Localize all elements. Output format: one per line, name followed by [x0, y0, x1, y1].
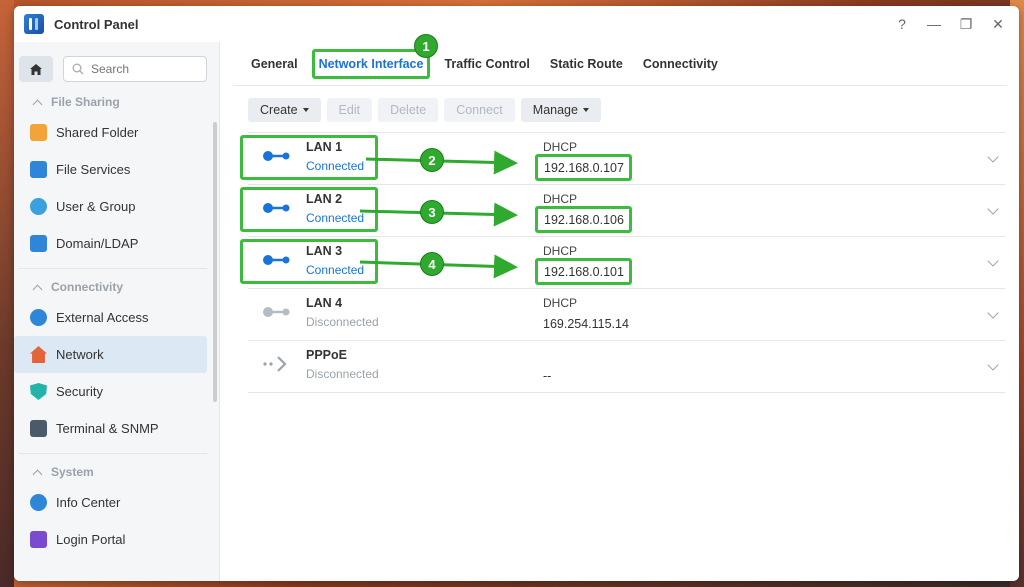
annotation-badge-3: 3 — [420, 200, 444, 224]
control-panel-window: Control Panel ? — ❐ ✕ File Sharing Share… — [14, 6, 1019, 581]
desktop-background-left — [0, 0, 14, 587]
annotation-badge-1: 1 — [414, 34, 438, 58]
annotation-badge-4: 4 — [420, 252, 444, 276]
annotation-arrows — [359, 150, 518, 279]
annotation-badge-2: 2 — [420, 148, 444, 172]
